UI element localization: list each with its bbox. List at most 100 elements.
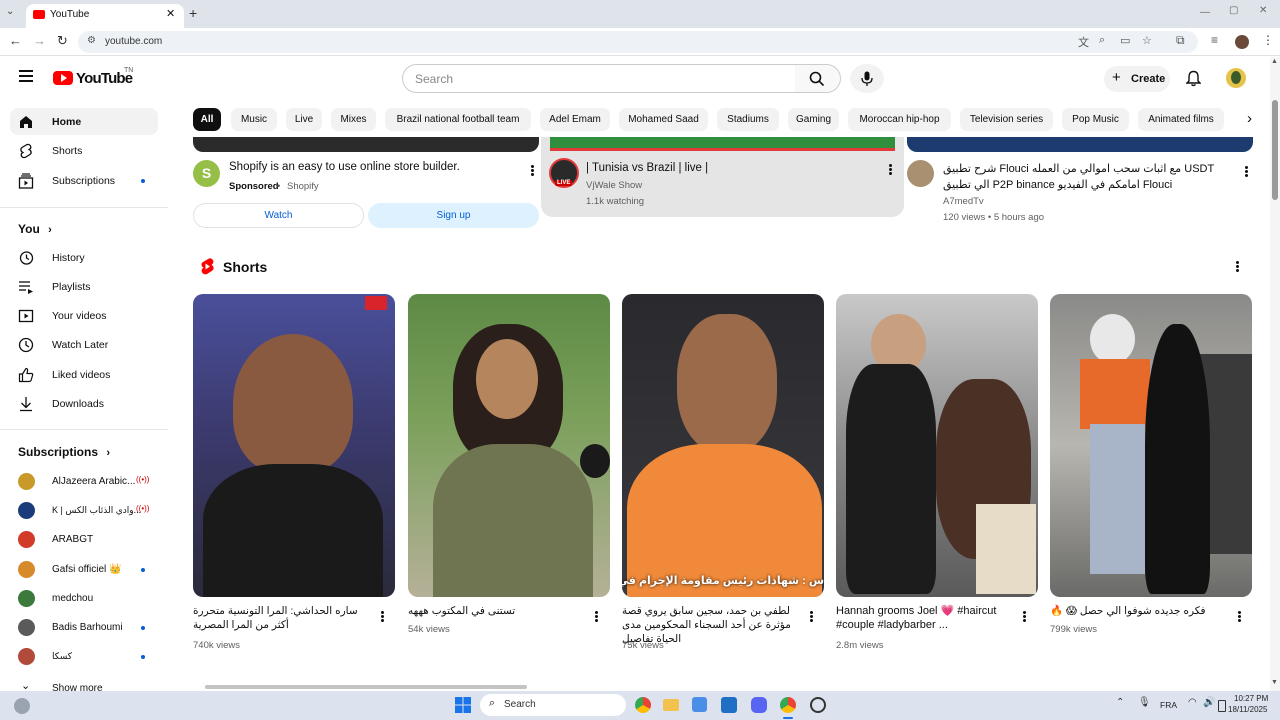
clock-date[interactable]: 18/11/2025 [1228, 705, 1267, 714]
search-input[interactable]: Search [402, 64, 796, 93]
ad-more-options-icon[interactable] [526, 164, 538, 178]
short-title[interactable]: تستنى في المكتوب هههه [408, 604, 588, 618]
short-thumbnail[interactable]: س : شهادات رئيس مقاومة الإجرام في [622, 294, 824, 597]
bookmark-star-icon[interactable]: ☆ [1142, 34, 1152, 47]
microphone-tray-icon[interactable]: 🎙 [1138, 697, 1151, 708]
video-more-options-icon[interactable] [1240, 165, 1252, 179]
chip-moroccan-hip-hop[interactable]: Moroccan hip-hop [848, 108, 951, 131]
search-button[interactable] [795, 64, 841, 93]
store-icon[interactable] [692, 697, 707, 712]
wifi-icon[interactable]: ◠ [1188, 697, 1197, 708]
sidebar-subscription[interactable]: Badis Barhoumi [10, 616, 158, 640]
sidebar-item-liked-videos[interactable]: Liked videos [10, 361, 158, 388]
browser-tab[interactable]: YouTube ✕ [26, 4, 184, 28]
battery-icon[interactable] [1218, 700, 1226, 712]
maximize-icon[interactable]: ▢ [1229, 5, 1238, 16]
reading-list-icon[interactable]: ≡ [1211, 33, 1218, 47]
file-explorer-icon[interactable] [663, 699, 679, 711]
chip-television-series[interactable]: Television series [960, 108, 1053, 131]
sidebar-subscription[interactable]: ARABGT [10, 528, 158, 552]
scroll-up-icon[interactable]: ▲ [1271, 58, 1278, 65]
short-thumbnail[interactable] [1050, 294, 1252, 597]
windows-start-icon[interactable] [455, 697, 471, 713]
sidebar-item-subscriptions[interactable]: Subscriptions [10, 167, 158, 194]
cast-icon[interactable]: ▭ [1120, 34, 1130, 47]
clock-time[interactable]: 10:27 PM [1234, 694, 1268, 703]
app-icon[interactable] [810, 697, 826, 713]
chip-animated-films[interactable]: Animated films [1138, 108, 1224, 131]
new-tab-icon[interactable]: + [189, 5, 197, 21]
ad-watch-button[interactable]: Watch [193, 203, 364, 228]
sidebar-subscription[interactable]: كسكا [10, 645, 158, 669]
short-thumbnail[interactable] [408, 294, 610, 597]
sidebar-you-heading[interactable]: You › [18, 222, 52, 236]
sidebar-item-history[interactable]: History [10, 244, 158, 271]
chip-brazil-national-football-team[interactable]: Brazil national football team [385, 108, 531, 131]
short-more-options-icon[interactable] [376, 610, 388, 624]
short-title[interactable]: ساره الحداشي: المرا التونسية متحررة أكثر… [193, 604, 373, 632]
account-avatar[interactable] [1226, 68, 1246, 88]
taskbar-search[interactable]: ⌕ Search [480, 694, 626, 716]
outlook-icon[interactable] [721, 697, 737, 713]
chrome-active-icon[interactable] [780, 697, 796, 713]
ad-signup-button[interactable]: Sign up [368, 203, 539, 228]
short-thumbnail[interactable] [193, 294, 395, 597]
chip-mixes[interactable]: Mixes [331, 108, 376, 131]
create-button[interactable]: + Create [1104, 66, 1170, 92]
sidebar-item-your-videos[interactable]: Your videos [10, 302, 158, 329]
live-more-options-icon[interactable] [884, 163, 896, 177]
sidebar-item-watch-later[interactable]: Watch Later [10, 331, 158, 358]
show-hidden-icons-icon[interactable]: ⌃ [1116, 697, 1124, 708]
discord-icon[interactable] [751, 697, 767, 713]
short-more-options-icon[interactable] [805, 610, 817, 624]
show-more-button[interactable]: ⌄ Show more [10, 677, 158, 691]
ad-title[interactable]: Shopify is an easy to use online store b… [229, 161, 460, 173]
short-title[interactable]: Hannah grooms Joel 💗 #haircut #couple #l… [836, 604, 1016, 632]
horizontal-scrollbar[interactable] [205, 685, 527, 689]
language-indicator[interactable]: FRA [1160, 700, 1177, 710]
sidebar-item-shorts[interactable]: Shorts [10, 137, 158, 164]
widgets-icon[interactable] [14, 698, 30, 714]
short-title[interactable]: فكره جديده شوفوا الي حصل 😱 🔥 [1050, 604, 1230, 618]
chip-music[interactable]: Music [231, 108, 277, 131]
back-icon[interactable]: ← [9, 33, 22, 48]
voice-search-button[interactable] [850, 64, 884, 93]
chrome-icon[interactable] [635, 697, 651, 713]
menu-hamburger-icon[interactable] [19, 70, 33, 82]
scroll-down-icon[interactable]: ▼ [1271, 679, 1278, 686]
extensions-icon[interactable]: ⧉ [1176, 33, 1185, 48]
video-channel[interactable]: A7medTv [943, 196, 984, 207]
chip-pop-music[interactable]: Pop Music [1062, 108, 1129, 131]
channel-avatar[interactable] [907, 160, 934, 187]
sidebar-item-home[interactable]: Home [10, 108, 158, 135]
shorts-more-options-icon[interactable] [1231, 260, 1243, 274]
sidebar-subscriptions-heading[interactable]: Subscriptions › [18, 445, 110, 459]
youtube-logo[interactable]: YouTube TN [53, 67, 143, 91]
chip-gaming[interactable]: Gaming [788, 108, 839, 131]
tab-list-button[interactable]: ⌄ [6, 6, 20, 20]
volume-icon[interactable]: 🔊 [1203, 697, 1215, 708]
short-thumbnail[interactable] [836, 294, 1038, 597]
live-card[interactable]: LIVE | Tunisia vs Brazil | live | VjWale… [541, 137, 904, 217]
browser-menu-icon[interactable]: ⋮ [1262, 33, 1274, 47]
short-more-options-icon[interactable] [1018, 610, 1030, 624]
chip-live[interactable]: Live [286, 108, 322, 131]
short-more-options-icon[interactable] [1233, 610, 1245, 624]
video-thumbnail[interactable] [907, 137, 1253, 152]
chip-stadiums[interactable]: Stadiums [717, 108, 779, 131]
close-window-icon[interactable]: ✕ [1259, 5, 1267, 16]
sidebar-item-downloads[interactable]: Downloads [10, 390, 158, 417]
sidebar-subscription[interactable]: medchou [10, 587, 158, 611]
sidebar-subscription[interactable]: AlJazeera Arabic... ((•)) [10, 470, 158, 494]
site-info-icon[interactable]: ⚙ [87, 35, 96, 46]
translate-icon[interactable]: 文 [1078, 34, 1089, 50]
live-channel[interactable]: VjWale Show [586, 180, 642, 191]
scrollbar-thumb[interactable] [1272, 100, 1278, 200]
forward-icon[interactable]: → [33, 33, 46, 48]
chip-mohamed-saad[interactable]: Mohamed Saad [619, 108, 708, 131]
sidebar-subscription[interactable]: Gafsi officiel 👑 [10, 558, 158, 582]
chips-next-button[interactable]: › [1237, 107, 1262, 132]
close-tab-icon[interactable]: ✕ [166, 7, 175, 20]
profile-avatar[interactable] [1235, 35, 1249, 49]
sidebar-subscription[interactable]: K | وادي الذئاب الكس... ((•)) [10, 499, 158, 523]
